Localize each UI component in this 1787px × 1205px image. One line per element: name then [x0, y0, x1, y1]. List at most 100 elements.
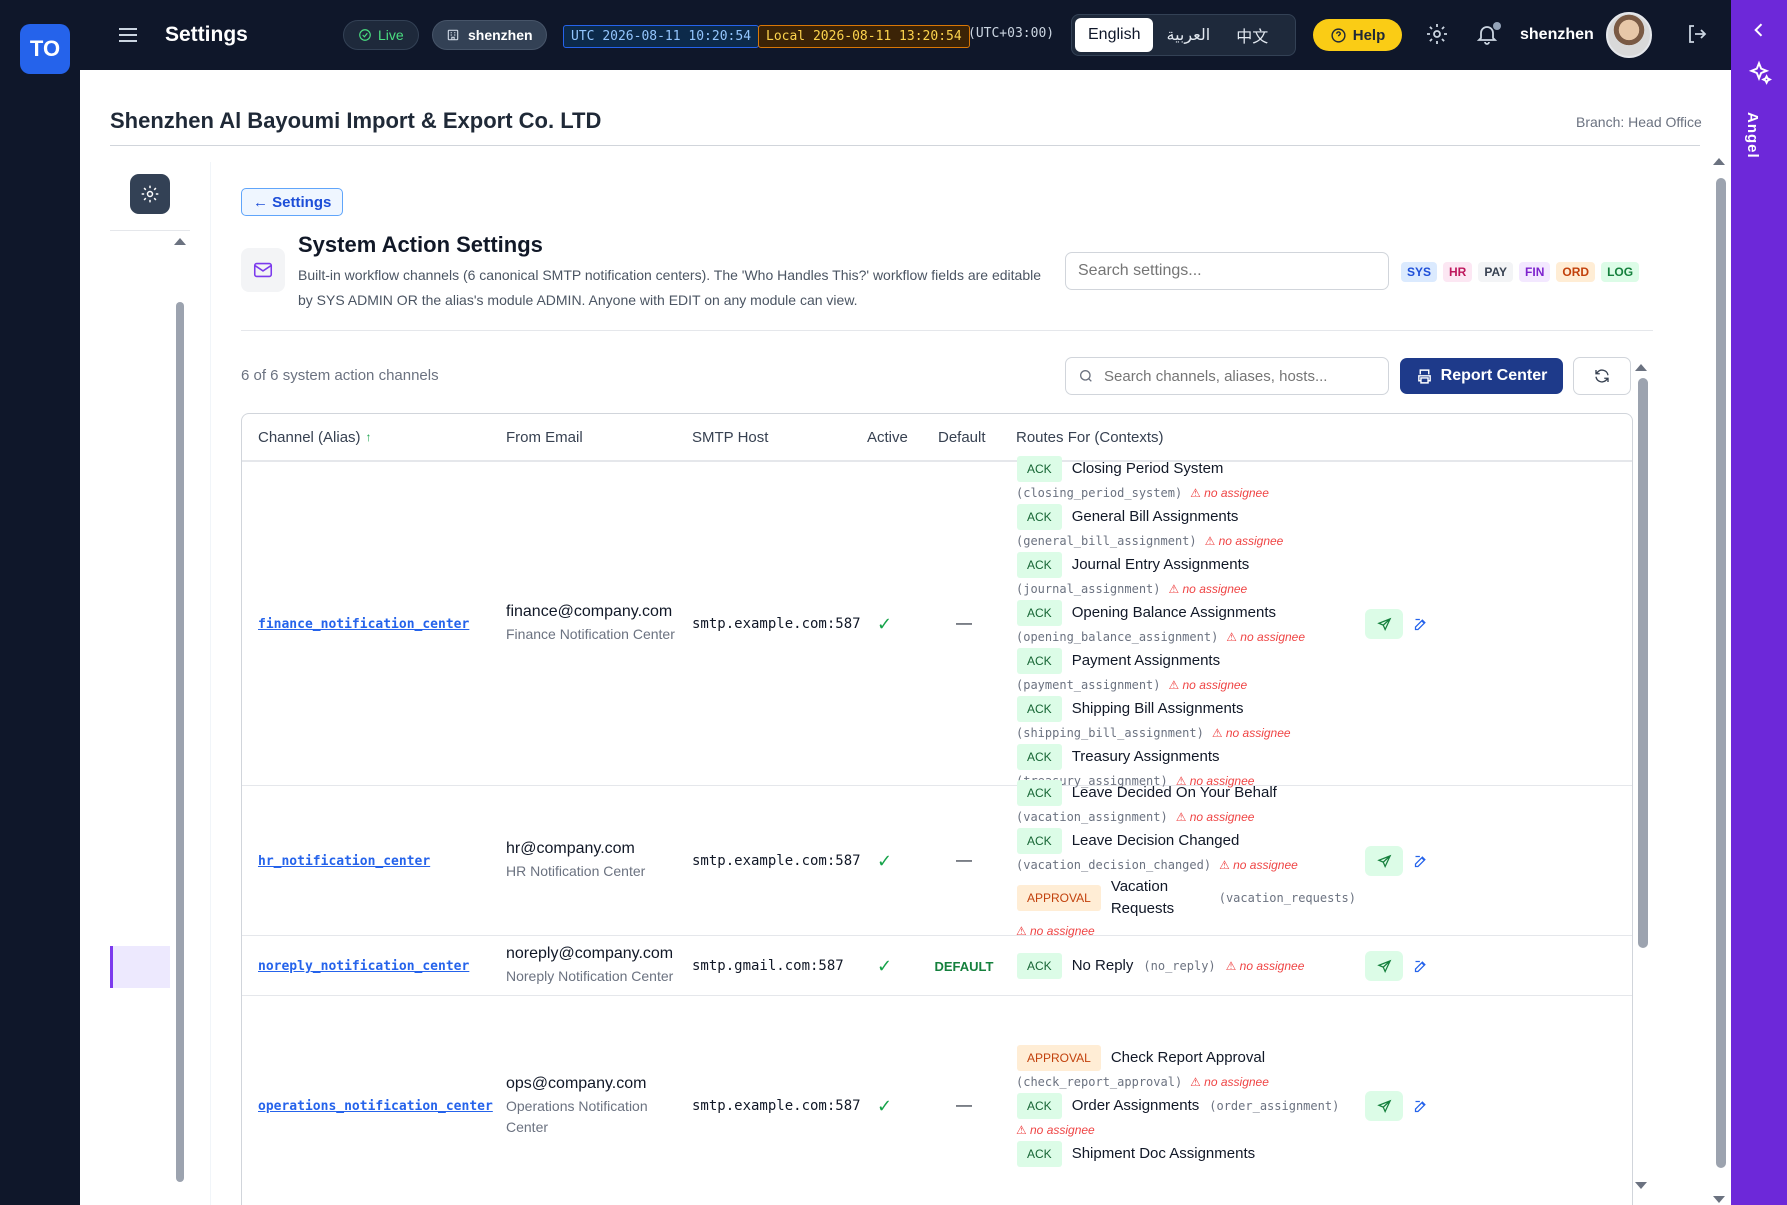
channel-search-box[interactable] — [1065, 357, 1389, 395]
rail-item[interactable] — [26, 967, 52, 993]
settings-nav-item[interactable] — [130, 724, 156, 750]
rail-item[interactable] — [26, 849, 52, 875]
menu-toggle-button[interactable] — [116, 0, 140, 70]
settings-nav-item[interactable] — [130, 388, 156, 414]
lang-arabic[interactable]: العربية — [1153, 18, 1223, 52]
settings-nav-item[interactable] — [130, 314, 156, 340]
lang-english[interactable]: English — [1075, 18, 1154, 52]
module-tag-ord[interactable]: ORD — [1556, 262, 1596, 282]
table-scroll-up-arrow[interactable] — [1635, 364, 1647, 371]
app-logo[interactable]: TO — [20, 24, 70, 74]
page-scrollbar[interactable] — [1716, 178, 1726, 1168]
rail-item[interactable] — [26, 888, 52, 914]
route-type-badge: ACK — [1017, 1093, 1062, 1119]
send-test-button[interactable] — [1365, 846, 1403, 876]
notifications-button[interactable] — [1475, 22, 1501, 48]
channel-search-input[interactable] — [1104, 367, 1364, 385]
rail-item[interactable] — [26, 1007, 52, 1033]
rail-item[interactable] — [26, 415, 52, 441]
rail-item[interactable] — [26, 375, 52, 401]
table-scrollbar[interactable] — [1638, 378, 1648, 948]
rail-item[interactable] — [26, 336, 52, 362]
rail-item[interactable] — [26, 691, 52, 717]
logout-button[interactable] — [1685, 22, 1711, 48]
org-selector[interactable]: shenzhen — [432, 20, 547, 50]
rail-item[interactable] — [26, 573, 52, 599]
edit-channel-button[interactable] — [1410, 614, 1430, 634]
rail-item[interactable] — [26, 257, 52, 283]
settings-nav-item[interactable] — [130, 500, 156, 526]
module-tag-fin[interactable]: FIN — [1519, 262, 1551, 282]
rail-item[interactable] — [26, 731, 52, 757]
channel-alias-link[interactable]: finance_notification_center — [258, 617, 498, 632]
module-tag-pay[interactable]: PAY — [1478, 262, 1514, 282]
assistant-label[interactable]: Angel — [1744, 112, 1761, 159]
help-button[interactable]: Help — [1313, 19, 1402, 51]
rail-item[interactable] — [26, 533, 52, 559]
route-type-badge: ACK — [1017, 648, 1062, 674]
rail-item[interactable] — [26, 809, 52, 835]
table-scroll-down-arrow[interactable] — [1635, 1182, 1647, 1189]
rail-item[interactable] — [26, 138, 52, 164]
page-scroll-up-arrow[interactable] — [1713, 158, 1725, 165]
rail-item[interactable] — [26, 296, 52, 322]
settings-nav-item[interactable] — [130, 873, 156, 899]
settings-nav-item[interactable] — [130, 985, 156, 1011]
channel-alias-link[interactable]: noreply_notification_center — [258, 959, 498, 974]
rail-item[interactable] — [26, 770, 52, 796]
settings-nav-item[interactable] — [130, 910, 156, 936]
channel-alias-link[interactable]: operations_notification_center — [258, 1099, 498, 1114]
channel-alias-link[interactable]: hr_notification_center — [258, 854, 498, 869]
back-to-settings-button[interactable]: ← Settings — [241, 188, 344, 216]
edit-channel-button[interactable] — [1410, 1096, 1430, 1116]
lang-chinese[interactable]: 中文 — [1223, 18, 1281, 52]
settings-nav-item[interactable] — [130, 538, 156, 564]
report-center-button[interactable]: Report Center — [1400, 358, 1563, 394]
page-scroll-down-arrow[interactable] — [1713, 1196, 1725, 1203]
rail-item[interactable] — [26, 178, 52, 204]
chevron-left-icon[interactable] — [1749, 20, 1769, 40]
settings-nav-item[interactable] — [130, 575, 156, 601]
rail-item[interactable] — [26, 217, 52, 243]
settings-nav-item[interactable] — [130, 649, 156, 675]
user-avatar[interactable] — [1606, 12, 1652, 58]
sparkles-icon[interactable] — [1746, 60, 1772, 86]
nav-scroll-up-arrow[interactable] — [174, 238, 186, 245]
settings-nav-item[interactable] — [130, 836, 156, 862]
rail-item[interactable] — [26, 1046, 52, 1072]
settings-nav-item[interactable] — [130, 276, 156, 302]
send-test-button[interactable] — [1365, 609, 1403, 639]
settings-search-input[interactable] — [1065, 252, 1389, 290]
module-tag-hr[interactable]: HR — [1443, 262, 1473, 282]
refresh-button[interactable] — [1573, 357, 1631, 395]
user-name[interactable]: shenzhen — [1520, 0, 1594, 70]
sender-name: HR Notification Center — [506, 863, 646, 879]
settings-nav-item[interactable] — [130, 463, 156, 489]
rail-item[interactable] — [26, 928, 52, 954]
settings-nav-item[interactable] — [130, 201, 156, 227]
settings-nav-item[interactable] — [130, 798, 156, 824]
rail-item[interactable] — [26, 454, 52, 480]
settings-gear-button[interactable] — [1425, 22, 1451, 48]
settings-nav-item[interactable] — [130, 761, 156, 787]
settings-nav-item[interactable] — [130, 1022, 156, 1048]
settings-nav-item[interactable] — [130, 239, 156, 265]
notification-dot — [1493, 22, 1501, 30]
module-tag-sys[interactable]: SYS — [1401, 262, 1438, 282]
settings-nav-item[interactable] — [130, 612, 156, 638]
rail-item[interactable] — [26, 612, 52, 638]
module-tag-log[interactable]: LOG — [1601, 262, 1640, 282]
send-test-button[interactable] — [1365, 951, 1403, 981]
nav-scrollbar[interactable] — [176, 302, 184, 1182]
rail-item[interactable] — [26, 652, 52, 678]
edit-channel-button[interactable] — [1410, 956, 1430, 976]
settings-nav-item[interactable] — [130, 947, 156, 973]
settings-nav-item[interactable] — [130, 687, 156, 713]
col-header-alias[interactable]: Channel (Alias) ↑ — [258, 414, 372, 460]
send-test-button[interactable] — [1365, 1091, 1403, 1121]
settings-nav-item[interactable] — [130, 425, 156, 451]
settings-nav-item[interactable] — [130, 351, 156, 377]
rail-item[interactable] — [26, 494, 52, 520]
edit-channel-button[interactable] — [1410, 851, 1430, 871]
rail-item[interactable] — [26, 99, 52, 125]
